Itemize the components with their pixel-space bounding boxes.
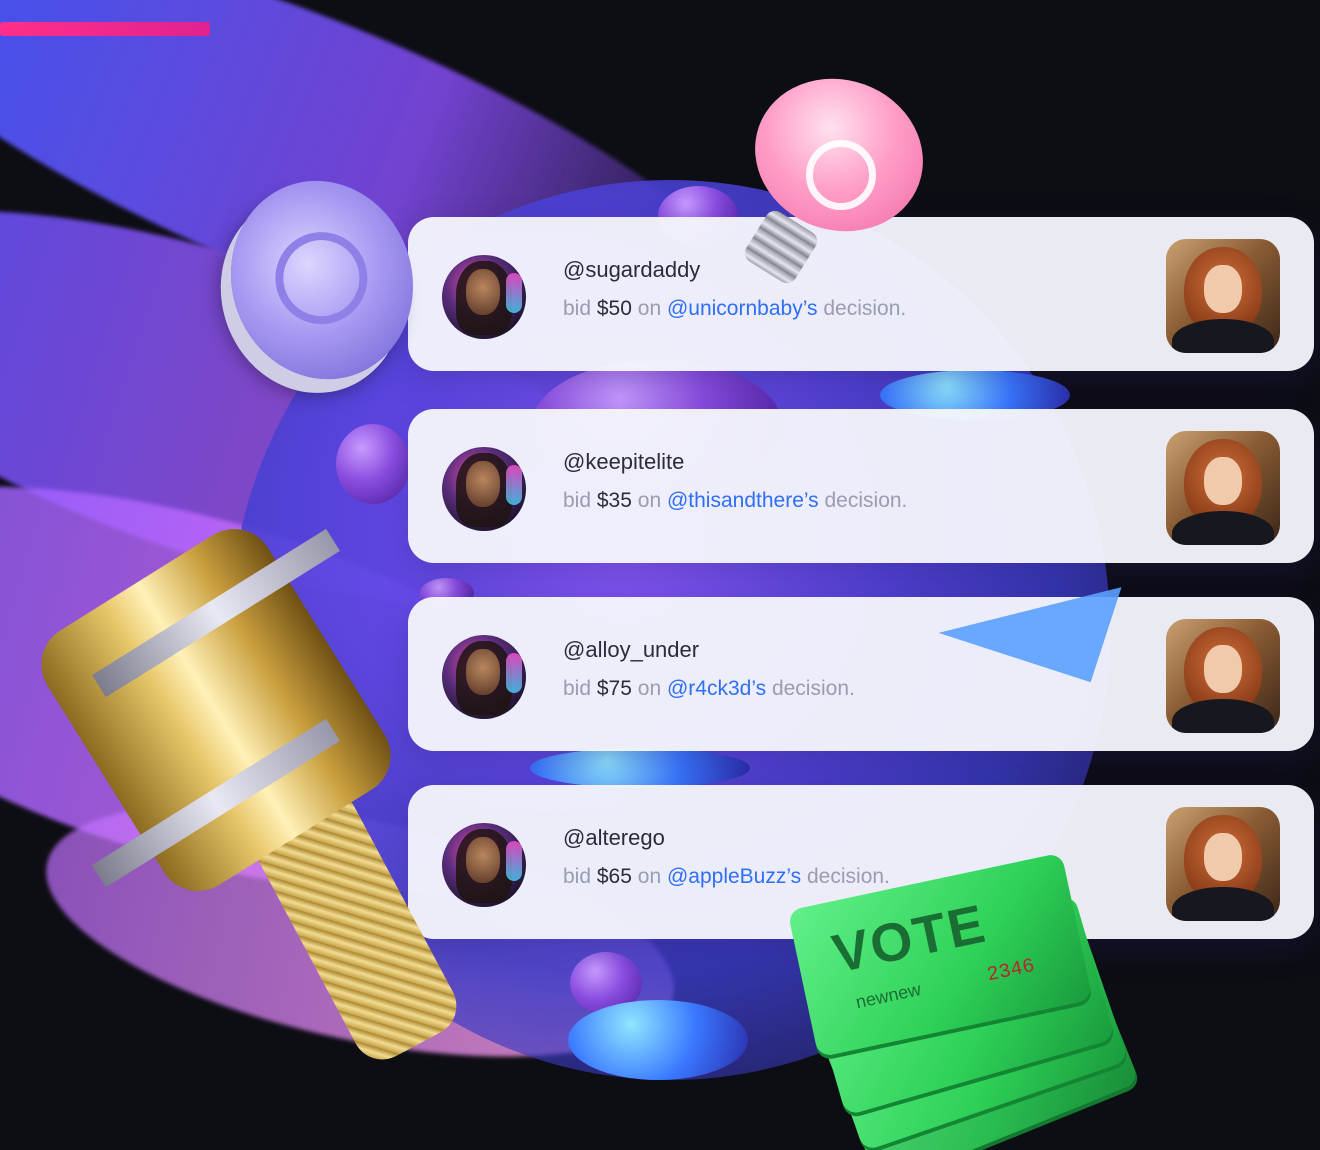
bid-prefix: bid [563, 297, 592, 320]
bid-suffix: decision. [771, 677, 855, 700]
bid-connector: on [637, 489, 662, 512]
creator-mention-link[interactable]: @thisandthere’s [667, 489, 819, 512]
ticket-brand: newnew [853, 978, 923, 1013]
bidder-username[interactable]: @sugardaddy [563, 257, 906, 283]
bid-suffix: decision. [823, 297, 907, 320]
bid-suffix: decision. [807, 865, 890, 888]
bidder-avatar[interactable] [442, 823, 526, 907]
activity-text: @keepitelite bid $35 on @thisandthere’s … [563, 449, 907, 513]
bidder-username[interactable]: @keepitelite [563, 449, 907, 475]
activity-card[interactable]: @sugardaddy bid $50 on @unicornbaby’s de… [408, 217, 1314, 371]
decision-thumbnail[interactable] [1166, 807, 1280, 921]
decorative-sphere [568, 1000, 748, 1080]
decorative-sphere [530, 748, 750, 788]
decision-thumbnail[interactable] [1166, 239, 1280, 353]
bid-amount: $50 [596, 297, 632, 320]
decision-thumbnail[interactable] [1166, 619, 1280, 733]
bid-description: bid $75 on @r4ck3d’s decision. [563, 677, 855, 701]
bid-prefix: bid [563, 489, 592, 512]
hero-illustration: @sugardaddy bid $50 on @unicornbaby’s de… [0, 0, 1320, 1150]
brand-mark-icon [263, 220, 380, 337]
activity-card[interactable]: @keepitelite bid $35 on @thisandthere’s … [408, 409, 1314, 563]
bidder-avatar[interactable] [442, 447, 526, 531]
bid-connector: on [637, 297, 662, 320]
bid-suffix: decision. [824, 489, 908, 512]
activity-text: @sugardaddy bid $50 on @unicornbaby’s de… [563, 257, 906, 321]
activity-card[interactable]: @alloy_under bid $75 on @r4ck3d’s decisi… [408, 597, 1314, 751]
brand-mark-icon [806, 140, 876, 210]
ticket-label: VOTE [827, 893, 992, 985]
bid-description: bid $50 on @unicornbaby’s decision. [563, 297, 906, 321]
bidder-avatar[interactable] [442, 255, 526, 339]
decision-thumbnail[interactable] [1166, 431, 1280, 545]
creator-mention-link[interactable]: @unicornbaby’s [667, 297, 818, 320]
bid-amount: $35 [596, 489, 632, 512]
activity-text: @alloy_under bid $75 on @r4ck3d’s decisi… [563, 637, 855, 701]
accent-line [0, 22, 210, 36]
bidder-avatar[interactable] [442, 635, 526, 719]
creator-mention-link[interactable]: @appleBuzz’s [667, 865, 801, 888]
bid-prefix: bid [563, 677, 592, 700]
bid-description: bid $35 on @thisandthere’s decision. [563, 489, 907, 513]
bid-amount: $65 [596, 865, 632, 888]
creator-mention-link[interactable]: @r4ck3d’s [667, 677, 766, 700]
bidder-username[interactable]: @alterego [563, 825, 890, 851]
bid-amount: $75 [596, 677, 632, 700]
activity-text: @alterego bid $65 on @appleBuzz’s decisi… [563, 825, 890, 889]
bid-description: bid $65 on @appleBuzz’s decision. [563, 865, 890, 889]
bid-prefix: bid [563, 865, 592, 888]
bid-connector: on [637, 677, 662, 700]
bid-connector: on [637, 865, 662, 888]
ticket-number: 2346 [985, 954, 1037, 988]
decorative-sphere [336, 424, 410, 504]
bidder-username[interactable]: @alloy_under [563, 637, 855, 663]
